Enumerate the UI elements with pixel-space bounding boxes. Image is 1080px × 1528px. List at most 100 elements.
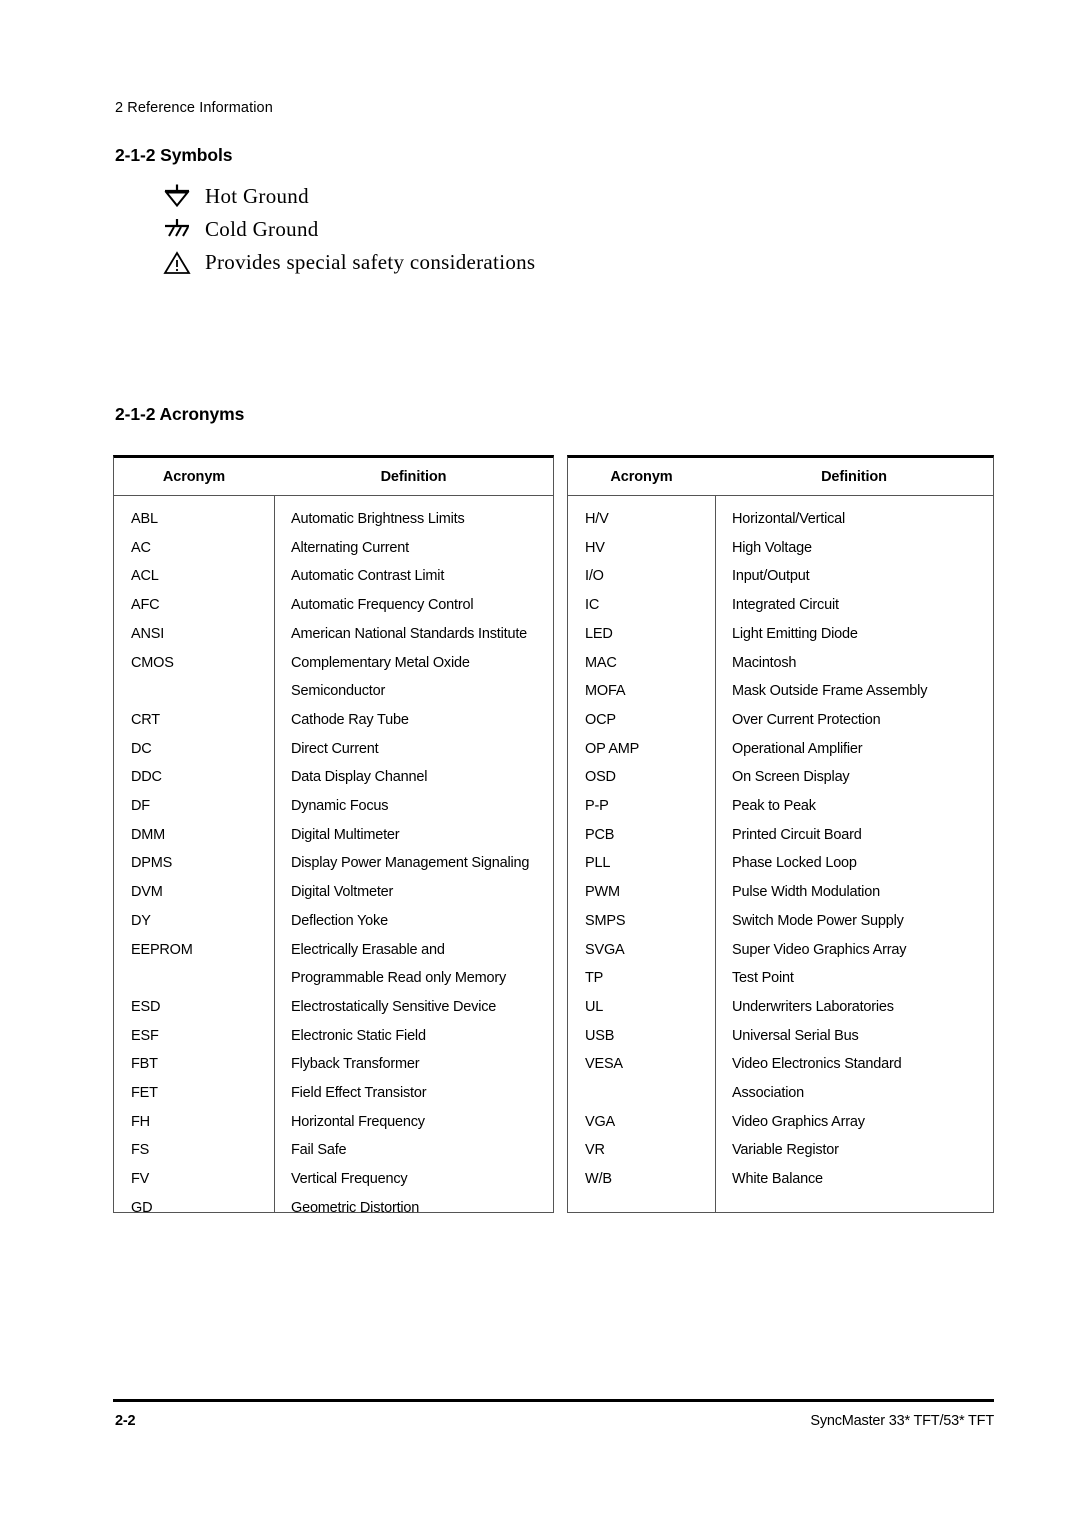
- acronym-table-right: Acronym Definition H/V Horizontal/Vertica…: [567, 455, 994, 1213]
- cell-definition: Dynamic Focus: [274, 792, 553, 821]
- cell-acronym: AFC: [131, 597, 160, 614]
- definition-line: Programmable Read only Memory: [291, 970, 507, 987]
- cell-definition: Flyback Transformer: [274, 1050, 553, 1079]
- table-row: FV Vertical Frequency: [114, 1165, 553, 1194]
- table-rows: ABL Automatic Brightness Limits AC Alternat…: [114, 505, 553, 1223]
- symbols-list: Hot Ground Cold Ground Provides special …: [155, 180, 855, 279]
- cell-definition: Automatic Brightness Limits: [274, 505, 553, 534]
- table-row: DMM Digital Multimeter: [114, 821, 553, 850]
- table-row: CMOS Complementary Metal Oxide Semiconduct…: [114, 649, 553, 706]
- definition-line: Geometric Distortion: [291, 1199, 420, 1216]
- definition-line: Data Display Channel: [291, 769, 428, 786]
- cell-acronym: ANSI: [131, 625, 165, 642]
- table-row: ABL Automatic Brightness Limits: [114, 505, 553, 534]
- acronyms-section-heading: 2-1-2 Acronyms: [115, 404, 245, 424]
- cell-definition: Input/Output: [715, 562, 993, 591]
- definition-line: Digital Multimeter: [291, 826, 400, 843]
- symbol-item-cold-ground: Cold Ground: [155, 213, 855, 246]
- column-header-definition: Definition: [380, 468, 447, 485]
- cell-definition: Geometric Distortion: [274, 1194, 553, 1223]
- cell-acronym: DF: [131, 798, 150, 815]
- table-row: VR Variable Registor: [568, 1136, 993, 1165]
- definition-line: Deflection Yoke: [291, 912, 388, 929]
- table-row: P-P Peak to Peak: [568, 792, 993, 821]
- document-page: 2 Reference Information 2-1-2 Symbols Ho…: [0, 0, 1080, 1528]
- table-row: TP Test Point: [568, 964, 993, 993]
- definition-line: Variable Registor: [732, 1142, 839, 1159]
- table-row: VESA Video Electronics Standard Associatio…: [568, 1050, 993, 1107]
- definition-line: Display Power Management Signaling: [291, 855, 530, 872]
- cell-definition: High Voltage: [715, 534, 993, 563]
- definition-line: Electronic Static Field: [291, 1027, 426, 1044]
- symbol-label-safety: Provides special safety considerations: [205, 250, 536, 274]
- cell-definition: Switch Mode Power Supply: [715, 907, 993, 936]
- cell-definition: Direct Current: [274, 735, 553, 764]
- cell-definition: Display Power Management Signaling: [274, 849, 553, 878]
- cell-definition: Operational Amplifier: [715, 735, 993, 764]
- table-row: ACL Automatic Contrast Limit: [114, 562, 553, 591]
- definition-line: Fail Safe: [291, 1142, 347, 1159]
- cell-acronym: MAC: [585, 654, 617, 671]
- column-divider: [715, 496, 716, 1213]
- cell-definition: Field Effect Transistor: [274, 1079, 553, 1108]
- cell-definition: Universal Serial Bus: [715, 1022, 993, 1051]
- table-row: ESF Electronic Static Field: [114, 1022, 553, 1051]
- cell-acronym: DVM: [131, 884, 163, 901]
- definition-line: Switch Mode Power Supply: [732, 912, 904, 929]
- table-row: CRT Cathode Ray Tube: [114, 706, 553, 735]
- symbol-item-safety: Provides special safety considerations: [155, 246, 855, 279]
- cell-acronym: DDC: [131, 769, 162, 786]
- definition-line: Super Video Graphics Array: [732, 941, 907, 958]
- table-row: MOFA Mask Outside Frame Assembly: [568, 677, 993, 706]
- definition-line: Input/Output: [732, 568, 810, 585]
- definition-line: Electrostatically Sensitive Device: [291, 998, 497, 1015]
- cell-definition: Automatic Frequency Control: [274, 591, 553, 620]
- cell-definition: Printed Circuit Board: [715, 821, 993, 850]
- table-row: ESD Electrostatically Sensitive Device: [114, 993, 553, 1022]
- cell-definition: Deflection Yoke: [274, 907, 553, 936]
- definition-line: American National Standards Institute: [291, 625, 528, 642]
- cell-definition: White Balance: [715, 1165, 993, 1194]
- column-header-acronym: Acronym: [162, 468, 226, 485]
- column-divider: [274, 496, 275, 1213]
- definition-line: Digital Voltmeter: [291, 884, 394, 901]
- cell-acronym: ABL: [131, 511, 158, 527]
- table-row: IC Integrated Circuit: [568, 591, 993, 620]
- cell-acronym: SMPS: [585, 912, 626, 929]
- cell-acronym: VGA: [585, 1113, 616, 1130]
- definition-line: Video Electronics Standard: [732, 1056, 902, 1073]
- cell-definition: Horizontal Frequency: [274, 1108, 553, 1137]
- definition-line: Macintosh: [732, 654, 797, 671]
- cell-acronym: CMOS: [131, 654, 174, 671]
- symbols-section-heading: 2-1-2 Symbols: [115, 145, 233, 165]
- cell-definition: Pulse Width Modulation: [715, 878, 993, 907]
- table-row: HV High Voltage: [568, 534, 993, 563]
- definition-line: Pulse Width Modulation: [732, 884, 880, 901]
- cell-definition: Digital Voltmeter: [274, 878, 553, 907]
- table-header-row: Acronym Definition: [114, 458, 553, 496]
- acronym-table-left: Acronym Definition ABL Automatic Brightne…: [113, 455, 554, 1216]
- cell-acronym: GD: [131, 1199, 153, 1216]
- cell-definition: Peak to Peak: [715, 792, 993, 821]
- footer-model-name: SyncMaster 33* TFT/53* TFT: [810, 1413, 994, 1429]
- cell-definition: Integrated Circuit: [715, 591, 993, 620]
- cell-definition: Video Graphics Array: [715, 1108, 993, 1137]
- cell-definition: Complementary Metal Oxide Semiconductor: [274, 649, 553, 706]
- table-row: OSD On Screen Display: [568, 763, 993, 792]
- table-body: ABL Automatic Brightness Limits AC Alternat…: [114, 496, 553, 1216]
- cell-definition: Test Point: [715, 964, 993, 993]
- cell-acronym: OP AMP: [585, 740, 640, 757]
- table-row: PLL Phase Locked Loop: [568, 849, 993, 878]
- cell-definition: Underwriters Laboratories: [715, 993, 993, 1022]
- cell-definition: Digital Multimeter: [274, 821, 553, 850]
- definition-line: Field Effect Transistor: [291, 1085, 427, 1102]
- definition-line: Electrically Erasable and: [291, 941, 445, 958]
- running-header: 2 Reference Information: [115, 100, 273, 116]
- cell-acronym: ESD: [131, 998, 161, 1015]
- cell-acronym: PWM: [585, 884, 620, 901]
- table-row: SMPS Switch Mode Power Supply: [568, 907, 993, 936]
- definition-line: Mask Outside Frame Assembly: [732, 683, 928, 700]
- footer-rule: [113, 1399, 994, 1402]
- cell-acronym: P-P: [585, 798, 609, 815]
- table-row: USB Universal Serial Bus: [568, 1022, 993, 1051]
